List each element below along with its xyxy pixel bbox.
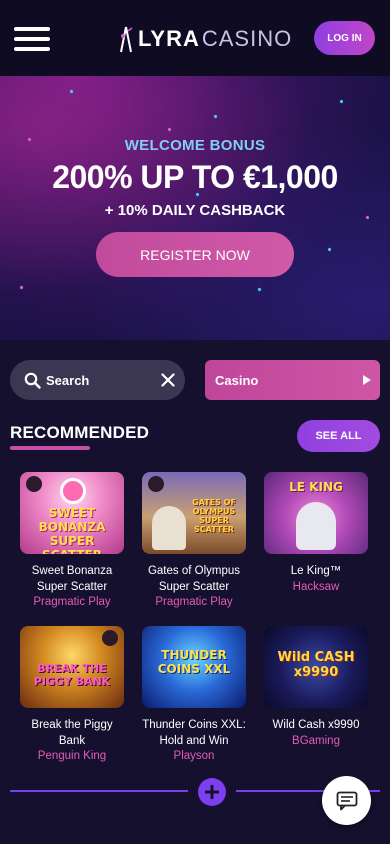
- game-provider: Penguin King: [37, 750, 107, 762]
- badge-icon: [102, 630, 118, 646]
- game-art-title: SWEET BONANZA SUPER SCATTER: [38, 506, 106, 554]
- game-card[interactable]: LE KING Le King™ Hacksaw: [264, 472, 368, 595]
- game-name: Thunder Coins XXL: Hold and Win: [142, 719, 246, 747]
- search-bar[interactable]: Search: [10, 360, 185, 400]
- game-card[interactable]: GATES OF OLYMPUS SUPER SCATTER Gates of …: [142, 472, 246, 611]
- logo-primary-text: LYRA: [138, 26, 200, 51]
- chat-icon: [336, 791, 357, 810]
- raccoon-figure-icon: [296, 502, 336, 550]
- game-thumbnail[interactable]: SWEET BONANZA SUPER SCATTER: [20, 472, 124, 554]
- game-name: Sweet Bonanza Super Scatter: [31, 565, 113, 593]
- game-provider: Pragmatic Play: [155, 596, 233, 608]
- welcome-bonus-banner: WELCOME BONUS 200% UP TO €1,000 + 10% DA…: [0, 76, 390, 340]
- game-card[interactable]: THUNDER COINS XXL Thunder Coins XXL: Hol…: [142, 626, 246, 765]
- candy-icon: [60, 478, 86, 504]
- load-more-button[interactable]: [198, 778, 226, 806]
- game-art-title: GATES OF OLYMPUS SUPER SCATTER: [192, 498, 236, 534]
- see-all-button[interactable]: SEE ALL: [297, 420, 380, 452]
- game-thumbnail[interactable]: GATES OF OLYMPUS SUPER SCATTER: [142, 472, 246, 554]
- game-name: Gates of Olympus Super Scatter: [147, 565, 241, 593]
- game-thumbnail[interactable]: LE KING: [264, 472, 368, 554]
- category-select[interactable]: Casino: [205, 360, 380, 400]
- game-card[interactable]: SWEET BONANZA SUPER SCATTER Sweet Bonanz…: [20, 472, 124, 611]
- register-now-button[interactable]: REGISTER NOW: [96, 232, 294, 277]
- game-thumbnail[interactable]: THUNDER COINS XXL: [142, 626, 246, 708]
- game-name: Le King™: [290, 565, 342, 577]
- game-art-title: Wild CASH x9990: [277, 650, 355, 680]
- game-thumbnail[interactable]: Wild CASH x9990: [264, 626, 368, 708]
- game-provider: BGaming: [292, 734, 340, 747]
- bonus-headline: 200% UP TO €1,000: [52, 159, 338, 195]
- game-provider: Hacksaw: [292, 580, 340, 593]
- category-select-value: Casino: [215, 372, 259, 388]
- plus-icon: [205, 785, 219, 799]
- page: LYRA CASINO LOG IN WELCOME BONUS 200% UP…: [0, 0, 390, 844]
- zeus-figure-icon: [152, 506, 186, 550]
- game-provider: Playson: [173, 750, 215, 762]
- game-thumbnail[interactable]: BREAK THE PIGGY BANK: [20, 626, 124, 708]
- lyra-logo-icon: [120, 26, 133, 53]
- recommended-heading: RECOMMENDED: [10, 423, 150, 442]
- bonus-subline: + 10% DAILY CASHBACK: [104, 202, 286, 219]
- logo-secondary-text: CASINO: [201, 26, 293, 51]
- divider-line-left: [10, 790, 188, 792]
- login-button[interactable]: LOG IN: [314, 21, 375, 55]
- game-art-title: LE KING: [289, 480, 343, 494]
- game-provider: Pragmatic Play: [33, 596, 111, 608]
- search-icon: [24, 372, 41, 389]
- site-logo[interactable]: LYRA CASINO: [118, 22, 292, 56]
- top-header: LYRA CASINO LOG IN: [0, 0, 390, 76]
- game-art-title: THUNDER COINS XXL: [157, 648, 231, 676]
- badge-icon: [26, 476, 42, 492]
- game-card[interactable]: Wild CASH x9990 Wild Cash x9990 BGaming: [264, 626, 368, 749]
- chat-button[interactable]: [322, 776, 371, 825]
- heading-underline: [10, 446, 90, 450]
- menu-icon[interactable]: [14, 27, 50, 51]
- search-input[interactable]: Search: [46, 373, 151, 388]
- game-name: Break the Piggy Bank: [31, 719, 113, 747]
- close-icon[interactable]: [151, 360, 185, 400]
- bonus-eyebrow: WELCOME BONUS: [124, 137, 266, 154]
- game-card[interactable]: BREAK THE PIGGY BANK Break the Piggy Ban…: [20, 626, 124, 765]
- game-name: Wild Cash x9990: [272, 719, 360, 731]
- badge-icon: [148, 476, 164, 492]
- caret-right-icon: [354, 375, 380, 385]
- game-art-title: BREAK THE PIGGY BANK: [33, 662, 111, 688]
